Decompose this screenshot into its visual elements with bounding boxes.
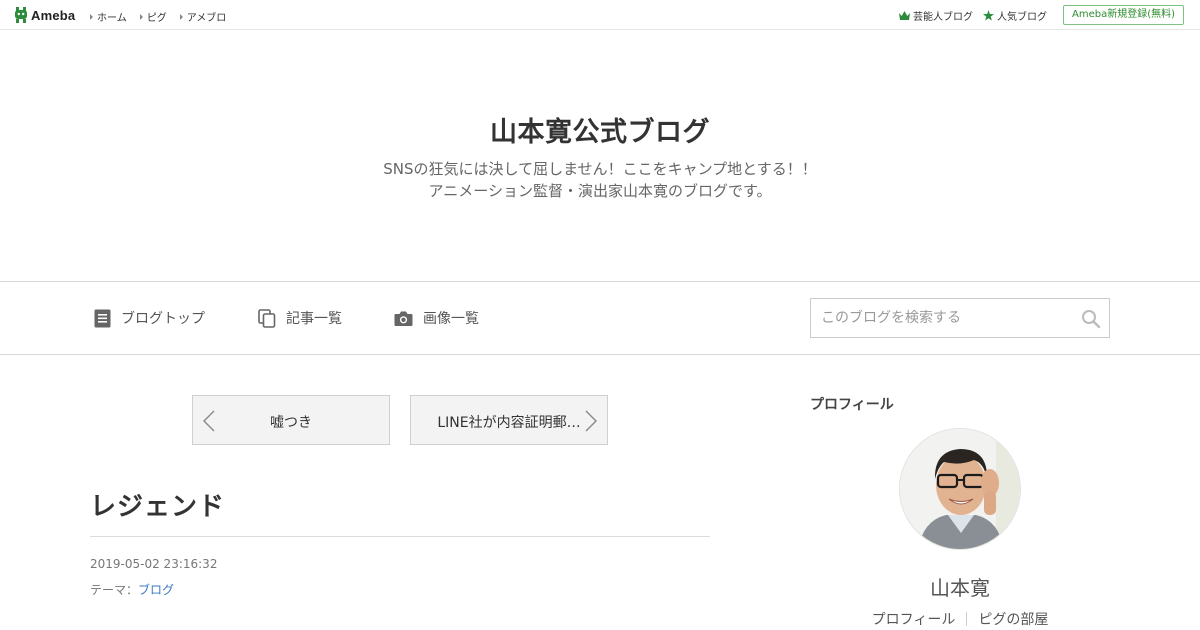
- register-button[interactable]: Ameba新規登録(無料): [1062, 5, 1184, 25]
- document-icon: [94, 309, 111, 327]
- next-article-title: LINE社が内容証明郵…: [437, 415, 581, 431]
- theme-label: テーマ：: [90, 583, 139, 597]
- profile-photo: [900, 429, 1020, 549]
- blog-search: [810, 298, 1110, 338]
- top-right-links: 芸能人ブログ 人気ブログ Ameba新規登録(無料): [889, 5, 1184, 25]
- profile-name[interactable]: 山本寛: [810, 572, 1110, 601]
- star-icon: [982, 9, 994, 21]
- blog-description-line: アニメーション監督・演出家山本寛のブログです。: [428, 182, 772, 200]
- celeb-blog-link[interactable]: 芸能人ブログ: [898, 8, 973, 23]
- link-separator: [966, 612, 968, 626]
- top-nav-label: アメブロ: [186, 13, 227, 24]
- nav-article-list[interactable]: 記事一覧: [258, 308, 342, 328]
- nav-blog-top-label: ブログトップ: [121, 311, 205, 327]
- blog-title[interactable]: 山本寛公式ブログ: [0, 110, 1200, 149]
- arrow-right-icon: [90, 13, 93, 20]
- article-divider: [90, 536, 710, 537]
- blog-description-line: SNSの狂気には決して屈しません！ここをキャンプ地とする！！: [383, 160, 817, 178]
- nav-image-list-label: 画像一覧: [423, 311, 479, 327]
- next-article-button[interactable]: LINE社が内容証明郵…: [410, 395, 608, 445]
- top-nav-label: ホーム: [97, 13, 127, 24]
- logo-text: Ameba: [31, 7, 76, 23]
- search-icon[interactable]: [1081, 309, 1101, 329]
- arrow-right-icon: [139, 13, 143, 20]
- crown-icon: [898, 10, 910, 20]
- nav-image-list[interactable]: 画像一覧: [394, 308, 479, 328]
- ameba-logo-icon: [15, 7, 27, 23]
- top-nav-label: ピグ: [146, 13, 167, 24]
- ameba-logo[interactable]: Ameba: [14, 6, 75, 24]
- nav-article-list-label: 記事一覧: [286, 311, 342, 327]
- blog-description: SNSの狂気には決して屈しません！ここをキャンプ地とする！！ アニメーション監督…: [0, 158, 1200, 202]
- profile-heading: プロフィール: [810, 397, 894, 413]
- blog-nav: ブログトップ 記事一覧 画像一覧: [0, 282, 1200, 355]
- theme-link[interactable]: ブログ: [138, 583, 174, 597]
- prev-article-title: 嘘つき: [270, 415, 312, 431]
- chevron-right-icon: [585, 410, 597, 432]
- blog-header: 山本寛公式ブログ SNSの狂気には決して屈しません！ここをキャンプ地とする！！ …: [0, 30, 1200, 282]
- popular-blog-link[interactable]: 人気ブログ: [982, 8, 1047, 23]
- prev-article-button[interactable]: 嘘つき: [192, 395, 390, 445]
- profile-links: プロフィール ピグの部屋: [810, 609, 1110, 629]
- avatar[interactable]: [899, 428, 1021, 550]
- nav-blog-top[interactable]: ブログトップ: [94, 308, 205, 328]
- article-theme: テーマ：ブログ: [90, 581, 174, 598]
- search-input[interactable]: [811, 299, 1061, 337]
- profile-link[interactable]: プロフィール: [872, 609, 956, 629]
- camera-icon: [394, 311, 413, 326]
- article-date: 2019-05-02 23:16:32: [90, 557, 218, 571]
- arrow-right-icon: [179, 13, 183, 20]
- top-nav-ameblo[interactable]: アメブロ: [179, 9, 227, 24]
- popular-blog-label: 人気ブログ: [996, 11, 1047, 23]
- pigg-room-link[interactable]: ピグの部屋: [978, 609, 1048, 629]
- top-nav-pigg[interactable]: ピグ: [139, 9, 167, 24]
- top-nav: ホーム ピグ アメブロ: [90, 9, 239, 24]
- top-nav-home[interactable]: ホーム: [90, 9, 127, 24]
- global-header: Ameba ホーム ピグ アメブロ 芸能人ブログ 人気ブログ Ameba新規登録…: [0, 0, 1200, 30]
- article-title[interactable]: レジェンド: [90, 486, 225, 523]
- copy-icon: [258, 308, 276, 328]
- celeb-blog-label: 芸能人ブログ: [912, 11, 973, 23]
